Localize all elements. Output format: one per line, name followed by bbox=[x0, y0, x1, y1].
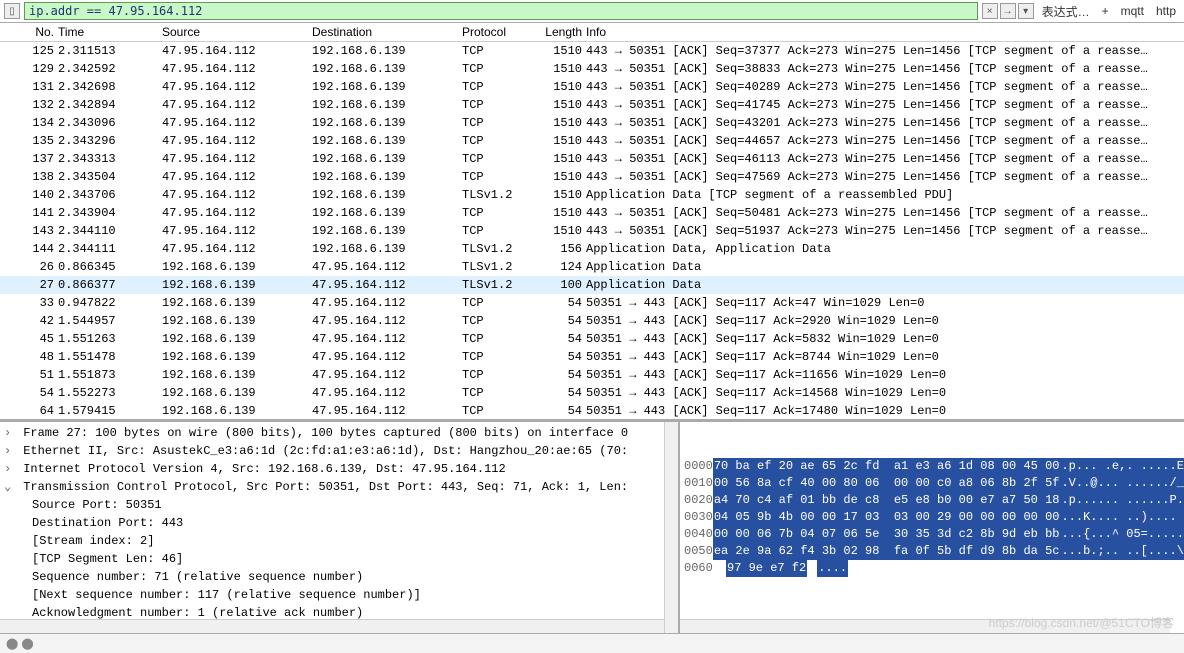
filter-dropdown-icon[interactable]: ▾ bbox=[1018, 3, 1034, 19]
hex-h-scrollbar[interactable] bbox=[680, 619, 1170, 633]
packet-details-pane[interactable]: › Frame 27: 100 bytes on wire (800 bits)… bbox=[0, 422, 680, 633]
packet-row[interactable]: 541.552273192.168.6.13947.95.164.112TCP5… bbox=[0, 384, 1184, 402]
collapse-icon[interactable]: ⌄ bbox=[4, 478, 16, 496]
packet-row[interactable]: 330.947822192.168.6.13947.95.164.112TCP5… bbox=[0, 294, 1184, 312]
tree-tcp-field[interactable]: Source Port: 50351 bbox=[4, 496, 674, 514]
packet-row[interactable]: 481.551478192.168.6.13947.95.164.112TCP5… bbox=[0, 348, 1184, 366]
packet-row[interactable]: 1442.34411147.95.164.112192.168.6.139TLS… bbox=[0, 240, 1184, 258]
hex-row[interactable]: 001000 56 8a cf 40 00 80 06 00 00 c0 a8 … bbox=[684, 475, 1180, 492]
status-left: ⬤ ⬤ bbox=[6, 637, 34, 650]
packet-list-header: No. Time Source Destination Protocol Len… bbox=[0, 23, 1184, 42]
packet-row[interactable]: 1342.34309647.95.164.112192.168.6.139TCP… bbox=[0, 114, 1184, 132]
bottom-split: › Frame 27: 100 bytes on wire (800 bits)… bbox=[0, 421, 1184, 633]
packet-row[interactable]: 451.551263192.168.6.13947.95.164.112TCP5… bbox=[0, 330, 1184, 348]
expand-icon[interactable]: › bbox=[4, 424, 16, 442]
hex-row[interactable]: 004000 00 06 7b 04 07 06 5e 30 35 3d c2 … bbox=[684, 526, 1180, 543]
packet-row[interactable]: 1412.34390447.95.164.112192.168.6.139TCP… bbox=[0, 204, 1184, 222]
tree-tcp[interactable]: ⌄ Transmission Control Protocol, Src Por… bbox=[4, 478, 674, 496]
packet-row[interactable]: 1402.34370647.95.164.112192.168.6.139TLS… bbox=[0, 186, 1184, 204]
clear-filter-icon[interactable]: × bbox=[982, 3, 998, 19]
hex-row[interactable]: 0020a4 70 c4 af 01 bb de c8 e5 e8 b0 00 … bbox=[684, 492, 1180, 509]
packet-row[interactable]: 421.544957192.168.6.13947.95.164.112TCP5… bbox=[0, 312, 1184, 330]
tree-ip-label: Internet Protocol Version 4, Src: 192.16… bbox=[23, 462, 505, 476]
hex-row[interactable]: 006097 9e e7 f2.... bbox=[684, 560, 1180, 577]
packet-row[interactable]: 1322.34289447.95.164.112192.168.6.139TCP… bbox=[0, 96, 1184, 114]
status-bar: ⬤ ⬤ bbox=[0, 633, 1184, 653]
add-filter-button[interactable]: + bbox=[1098, 4, 1113, 18]
expression-button[interactable]: 表达式… bbox=[1038, 3, 1094, 20]
hex-row[interactable]: 000070 ba ef 20 ae 65 2c fd a1 e3 a6 1d … bbox=[684, 458, 1180, 475]
display-filter-bar: ▯ × → ▾ 表达式… + mqtt http bbox=[0, 0, 1184, 23]
filter-preset-http[interactable]: http bbox=[1152, 4, 1180, 18]
packet-row[interactable]: 1292.34259247.95.164.112192.168.6.139TCP… bbox=[0, 60, 1184, 78]
packet-row[interactable]: 1432.34411047.95.164.112192.168.6.139TCP… bbox=[0, 222, 1184, 240]
display-filter-input[interactable] bbox=[24, 2, 978, 20]
apply-filter-icon[interactable]: → bbox=[1000, 3, 1016, 19]
tree-ip[interactable]: › Internet Protocol Version 4, Src: 192.… bbox=[4, 460, 674, 478]
details-v-scrollbar[interactable] bbox=[664, 422, 678, 633]
col-no[interactable]: No. bbox=[0, 23, 56, 41]
col-protocol[interactable]: Protocol bbox=[460, 23, 532, 41]
packet-bytes-pane[interactable]: 000070 ba ef 20 ae 65 2c fd a1 e3 a6 1d … bbox=[680, 422, 1184, 633]
expand-icon[interactable]: › bbox=[4, 442, 16, 460]
details-h-scrollbar[interactable] bbox=[0, 619, 664, 633]
packet-row[interactable]: 511.551873192.168.6.13947.95.164.112TCP5… bbox=[0, 366, 1184, 384]
col-time[interactable]: Time bbox=[56, 23, 160, 41]
col-length[interactable]: Length bbox=[532, 23, 584, 41]
packet-row[interactable]: 1352.34329647.95.164.112192.168.6.139TCP… bbox=[0, 132, 1184, 150]
tree-ethernet[interactable]: › Ethernet II, Src: AsustekC_e3:a6:1d (2… bbox=[4, 442, 674, 460]
packet-row[interactable]: 260.866345192.168.6.13947.95.164.112TLSv… bbox=[0, 258, 1184, 276]
packet-list-pane: No. Time Source Destination Protocol Len… bbox=[0, 23, 1184, 421]
tree-tcp-label: Transmission Control Protocol, Src Port:… bbox=[23, 480, 628, 494]
tree-frame[interactable]: › Frame 27: 100 bytes on wire (800 bits)… bbox=[4, 424, 674, 442]
tree-tcp-field[interactable]: [TCP Segment Len: 46] bbox=[4, 550, 674, 568]
tree-tcp-field[interactable]: [Next sequence number: 117 (relative seq… bbox=[4, 586, 674, 604]
packet-row[interactable]: 1312.34269847.95.164.112192.168.6.139TCP… bbox=[0, 78, 1184, 96]
col-destination[interactable]: Destination bbox=[310, 23, 460, 41]
tree-frame-label: Frame 27: 100 bytes on wire (800 bits), … bbox=[23, 426, 628, 440]
tree-tcp-field[interactable]: [Stream index: 2] bbox=[4, 532, 674, 550]
packet-row[interactable]: 1372.34331347.95.164.112192.168.6.139TCP… bbox=[0, 150, 1184, 168]
bookmark-icon[interactable]: ▯ bbox=[4, 3, 20, 19]
tree-tcp-field[interactable]: Sequence number: 71 (relative sequence n… bbox=[4, 568, 674, 586]
filter-preset-mqtt[interactable]: mqtt bbox=[1117, 4, 1148, 18]
hex-row[interactable]: 0050ea 2e 9a 62 f4 3b 02 98 fa 0f 5b df … bbox=[684, 543, 1180, 560]
tree-tcp-field[interactable]: Destination Port: 443 bbox=[4, 514, 674, 532]
packet-row[interactable]: 1382.34350447.95.164.112192.168.6.139TCP… bbox=[0, 168, 1184, 186]
expand-icon[interactable]: › bbox=[4, 460, 16, 478]
packet-row[interactable]: 641.579415192.168.6.13947.95.164.112TCP5… bbox=[0, 402, 1184, 419]
hex-row[interactable]: 003004 05 9b 4b 00 00 17 03 03 00 29 00 … bbox=[684, 509, 1180, 526]
packet-row[interactable]: 270.866377192.168.6.13947.95.164.112TLSv… bbox=[0, 276, 1184, 294]
col-source[interactable]: Source bbox=[160, 23, 310, 41]
packet-row[interactable]: 1252.31151347.95.164.112192.168.6.139TCP… bbox=[0, 42, 1184, 60]
tree-eth-label: Ethernet II, Src: AsustekC_e3:a6:1d (2c:… bbox=[23, 444, 628, 458]
col-info[interactable]: Info bbox=[584, 23, 1184, 41]
packet-list-body[interactable]: 1252.31151347.95.164.112192.168.6.139TCP… bbox=[0, 42, 1184, 419]
